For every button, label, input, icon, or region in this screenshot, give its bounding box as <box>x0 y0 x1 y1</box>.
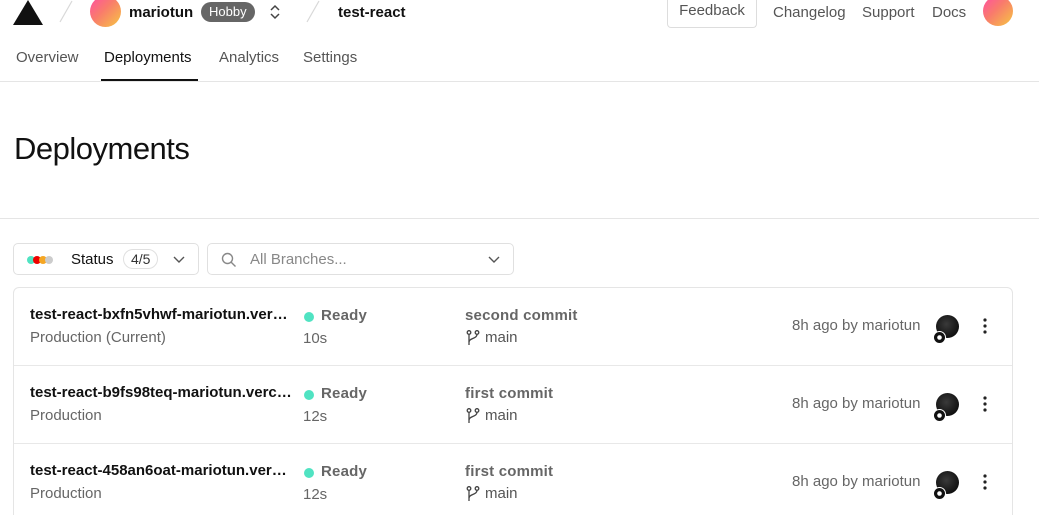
feedback-button[interactable]: Feedback <box>667 0 757 28</box>
deployed-time-author: 8h ago by mariotun <box>792 317 921 334</box>
tab-settings[interactable]: Settings <box>303 49 357 66</box>
status-filter-button[interactable]: Status 4/5 <box>13 243 199 275</box>
commit-message[interactable]: first commit <box>465 463 553 480</box>
user-avatar[interactable] <box>983 0 1013 26</box>
build-duration: 10s <box>303 330 328 347</box>
git-branch-icon <box>466 486 480 501</box>
status-dots-icon <box>27 256 61 264</box>
docs-link[interactable]: Docs <box>932 4 966 21</box>
team-avatar[interactable] <box>90 0 121 27</box>
plan-badge: Hobby <box>201 2 255 22</box>
tab-deployments[interactable]: Deployments <box>104 49 192 66</box>
separator-slash-icon <box>59 0 73 23</box>
deployment-row[interactable]: test-react-bxfn5vhwf-mariotun.vercel.app… <box>14 288 1012 366</box>
deployment-environment: Production <box>30 407 102 424</box>
status-dot <box>304 312 314 322</box>
deployment-row[interactable]: test-react-b9fs98teq-mariotun.vercel.app… <box>14 366 1012 444</box>
commit-message[interactable]: first commit <box>465 385 553 402</box>
tab-overview[interactable]: Overview <box>16 49 79 66</box>
support-link[interactable]: Support <box>862 4 915 21</box>
divider <box>0 218 1039 219</box>
chevron-down-icon[interactable] <box>487 253 501 267</box>
project-tabs: Overview Deployments Analytics Settings <box>0 34 1039 82</box>
status-count-badge: 4/5 <box>123 249 159 269</box>
branch-search-input[interactable] <box>250 251 480 268</box>
branch-name[interactable]: main <box>485 485 518 502</box>
deployment-environment: Production (Current) <box>30 329 166 346</box>
deployment-url[interactable]: test-react-458an6oat-mariotun.vercel.app <box>30 462 292 479</box>
chevron-up-down-icon[interactable] <box>266 2 284 22</box>
top-header: mariotun Hobby test-react Feedback Chang… <box>0 0 1039 34</box>
deployment-status: Ready <box>321 385 368 402</box>
deployments-list: test-react-bxfn5vhwf-mariotun.vercel.app… <box>13 287 1013 515</box>
commit-message[interactable]: second commit <box>465 307 578 324</box>
search-icon <box>221 252 236 267</box>
page-title: Deployments <box>14 131 190 166</box>
github-icon <box>933 487 946 500</box>
deployment-row[interactable]: test-react-458an6oat-mariotun.vercel.app… <box>14 444 1012 515</box>
deployment-url[interactable]: test-react-b9fs98teq-mariotun.vercel.app <box>30 384 292 401</box>
github-icon <box>933 409 946 422</box>
deployment-url[interactable]: test-react-bxfn5vhwf-mariotun.vercel.app <box>30 306 292 323</box>
more-options-icon[interactable] <box>977 472 993 492</box>
separator-slash-icon <box>306 0 320 23</box>
team-name[interactable]: mariotun <box>129 4 193 21</box>
project-name[interactable]: test-react <box>338 4 406 21</box>
chevron-down-icon <box>173 256 185 263</box>
active-tab-indicator <box>101 79 198 81</box>
more-options-icon[interactable] <box>977 394 993 414</box>
status-dot <box>304 468 314 478</box>
vercel-logo-icon[interactable] <box>13 0 43 26</box>
deployed-time-author: 8h ago by mariotun <box>792 473 921 490</box>
changelog-link[interactable]: Changelog <box>773 4 846 21</box>
branch-name[interactable]: main <box>485 407 518 424</box>
github-icon <box>933 331 946 344</box>
deployment-status: Ready <box>321 307 368 324</box>
git-branch-icon <box>466 330 480 345</box>
deployment-environment: Production <box>30 485 102 502</box>
deployed-time-author: 8h ago by mariotun <box>792 395 921 412</box>
status-dot <box>304 390 314 400</box>
build-duration: 12s <box>303 486 328 503</box>
build-duration: 12s <box>303 408 328 425</box>
status-filter-label: Status <box>71 251 114 268</box>
more-options-icon[interactable] <box>977 316 993 336</box>
deployment-status: Ready <box>321 463 368 480</box>
git-branch-icon <box>466 408 480 423</box>
tab-analytics[interactable]: Analytics <box>219 49 279 66</box>
branch-filter[interactable] <box>207 243 514 275</box>
branch-name[interactable]: main <box>485 329 518 346</box>
